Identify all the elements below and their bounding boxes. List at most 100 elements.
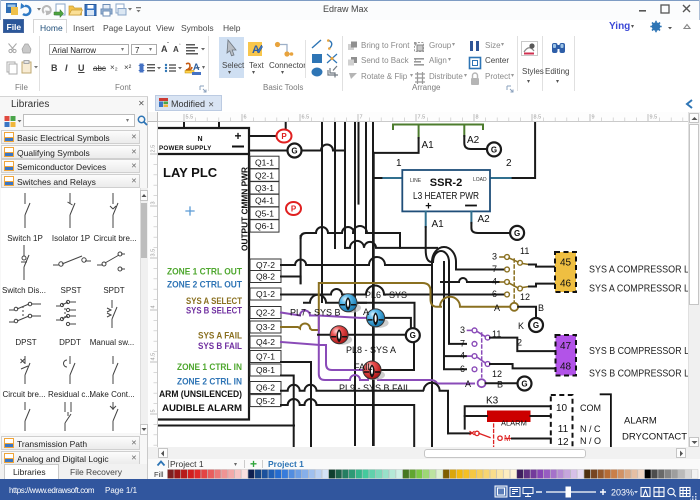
svg-text:LOAD: LOAD [473,177,487,183]
svg-text:+: + [234,129,241,143]
svg-text:K: K [518,321,524,331]
svg-text:2.5: 2.5 [151,145,157,153]
svg-text:Q8-2: Q8-2 [256,272,275,282]
svg-text:SYS B FAIL: SYS B FAIL [198,341,243,351]
svg-text:SYS B SELECT: SYS B SELECT [186,305,243,315]
svg-text:48: 48 [560,362,572,373]
svg-text:3: 3 [151,201,157,204]
svg-text:6: 6 [244,115,247,121]
svg-text:A: A [465,379,471,389]
svg-text:4.5: 4.5 [151,353,157,361]
svg-text:11: 11 [558,424,569,435]
svg-text:COM: COM [580,403,601,413]
svg-text:8: 8 [476,115,479,121]
svg-text:ALARM: ALARM [501,419,527,428]
svg-text:A2: A2 [478,214,491,225]
svg-text:Q1-1: Q1-1 [255,158,274,168]
svg-text:Q1-2: Q1-2 [256,289,275,299]
svg-text:47: 47 [560,341,572,352]
svg-text:1: 1 [396,158,402,169]
svg-text:10: 10 [556,403,568,414]
svg-text:ZONE 1 CTRL IN: ZONE 1 CTRL IN [177,362,242,372]
svg-text:Q2-1: Q2-1 [255,170,274,180]
svg-text:A2: A2 [467,135,480,146]
svg-text:B: B [538,303,544,313]
svg-text:5: 5 [151,409,157,412]
svg-text:K3: K3 [486,396,499,407]
svg-text:G: G [410,331,416,340]
svg-text:203%: 203% [611,487,634,497]
svg-text:Q3-1: Q3-1 [255,183,274,193]
svg-text:Q5-2: Q5-2 [256,396,275,406]
svg-text:Q8-1: Q8-1 [256,365,275,375]
svg-text:5.5: 5.5 [186,115,194,121]
svg-text:12: 12 [492,369,502,379]
svg-text:12: 12 [557,437,569,447]
svg-text:3.5: 3.5 [151,249,157,257]
svg-text:N: N [197,136,202,143]
svg-text:4: 4 [492,277,497,287]
svg-text:Q7-2: Q7-2 [256,260,275,270]
svg-text:G: G [514,229,520,238]
svg-text:46: 46 [560,279,572,290]
svg-text:DRYCONTACT: DRYCONTACT [622,432,687,443]
svg-text:4: 4 [460,351,465,361]
svg-text:A: A [363,307,369,317]
svg-text:Q4-2: Q4-2 [256,337,275,347]
svg-text:POWER SUPPLY: POWER SUPPLY [159,145,212,152]
svg-text:PL8 - SYS A: PL8 - SYS A [346,345,396,355]
svg-text:6.5: 6.5 [302,115,310,121]
svg-text:11: 11 [520,246,529,256]
svg-text:3: 3 [492,252,497,262]
svg-text:SYS B COMPRESSOR L: SYS B COMPRESSOR L [589,345,688,357]
svg-text:A1: A1 [432,219,445,230]
svg-text:N / O: N / O [580,436,601,446]
svg-text:G: G [491,145,497,154]
svg-text:OUTPUT CMMN PWR: OUTPUT CMMN PWR [240,167,250,251]
svg-text:ZONE 2 CTRL OUT: ZONE 2 CTRL OUT [167,280,243,290]
svg-text:LAY PLC: LAY PLC [163,165,218,180]
svg-text:FAIL: FAIL [354,362,373,372]
svg-text:B: B [497,380,503,390]
svg-text:Q3-2: Q3-2 [256,322,275,332]
svg-text:L3 HEATER PWR: L3 HEATER PWR [413,191,479,202]
svg-text:Q4-1: Q4-1 [255,196,274,206]
svg-text:2: 2 [506,158,512,169]
svg-text:A1: A1 [422,140,435,151]
svg-text:Q2-2: Q2-2 [256,308,275,318]
svg-text:G: G [533,321,539,330]
svg-text:7: 7 [492,264,497,274]
svg-text:9.5: 9.5 [650,115,658,121]
svg-text:6: 6 [460,364,465,374]
svg-text:G: G [521,380,527,389]
svg-text:9: 9 [592,115,595,121]
svg-text:Q5-1: Q5-1 [255,208,274,218]
svg-text:PL6 - SYS: PL6 - SYS [365,290,407,300]
svg-text:Q6-1: Q6-1 [255,221,274,231]
svg-text:ALARM: ALARM [624,416,657,427]
svg-text:P: P [291,205,297,214]
svg-text:LINE: LINE [410,178,422,184]
svg-text:SYS A FAIL: SYS A FAIL [198,330,243,340]
svg-text:SYS A SELECT: SYS A SELECT [186,296,243,306]
svg-text:A: A [494,303,500,313]
svg-text:N / C: N / C [580,424,601,434]
svg-text:7: 7 [460,338,465,348]
svg-text:ARM (UNSILENCED): ARM (UNSILENCED) [159,389,242,399]
svg-text:Q7-1: Q7-1 [256,352,275,362]
svg-text:8.5: 8.5 [534,115,542,121]
svg-text:7.5: 7.5 [418,115,426,121]
svg-text:SYS B COMPRESSOR L: SYS B COMPRESSOR L [589,368,688,380]
svg-text:ZONE 1 CTRL OUT: ZONE 1 CTRL OUT [167,267,243,277]
svg-text:SYS A COMPRESSOR L: SYS A COMPRESSOR L [589,264,688,276]
svg-text:ZONE 2 CTRL IN: ZONE 2 CTRL IN [177,376,242,386]
svg-text:12: 12 [520,292,530,302]
svg-text:6: 6 [492,289,497,299]
svg-text:45: 45 [560,258,572,269]
svg-text:P: P [281,132,287,141]
svg-text:Q6-2: Q6-2 [256,383,275,393]
svg-text:G: G [291,147,297,156]
svg-text:AUDIBLE ALARM: AUDIBLE ALARM [162,403,242,413]
svg-text:3: 3 [460,325,465,335]
svg-text:4: 4 [151,305,157,308]
